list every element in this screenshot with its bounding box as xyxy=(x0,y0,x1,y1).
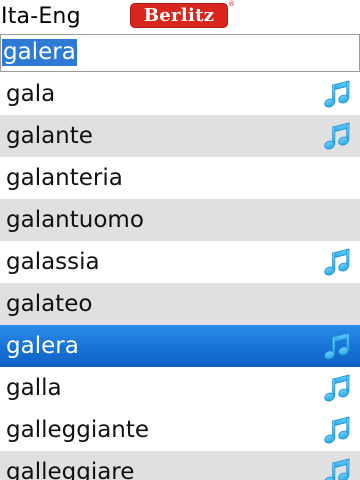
music-note-icon[interactable] xyxy=(322,373,352,403)
word-list-item-selected[interactable]: galera xyxy=(0,325,360,367)
search-query-text[interactable]: galera xyxy=(2,39,77,66)
registered-mark: ® xyxy=(228,0,235,8)
word-label: galassia xyxy=(6,249,100,275)
word-label: galateo xyxy=(6,291,93,317)
word-list-item[interactable]: galassia xyxy=(0,241,360,283)
word-label: galera xyxy=(6,333,79,359)
music-note-icon[interactable] xyxy=(322,247,352,277)
word-list-item[interactable]: galleggiare xyxy=(0,451,360,480)
word-label: gala xyxy=(6,81,56,107)
word-list-item[interactable]: galantuomo xyxy=(0,199,360,241)
word-list-item[interactable]: gala xyxy=(0,73,360,115)
berlitz-logo: Berlitz ® xyxy=(130,0,235,28)
music-note-icon[interactable] xyxy=(322,79,352,109)
header-bar: Ita-Eng Berlitz ® xyxy=(0,0,360,34)
word-label: galla xyxy=(6,375,62,401)
word-list-item[interactable]: galateo xyxy=(0,283,360,325)
music-note-icon[interactable] xyxy=(322,457,352,480)
music-note-icon[interactable] xyxy=(322,415,352,445)
word-list-item[interactable]: galleggiante xyxy=(0,409,360,451)
word-label: galantuomo xyxy=(6,207,144,233)
word-label: galante xyxy=(6,123,93,149)
word-list-item[interactable]: galanteria xyxy=(0,157,360,199)
music-note-icon[interactable] xyxy=(322,121,352,151)
dictionary-direction-title[interactable]: Ita-Eng xyxy=(1,4,81,30)
word-list-item[interactable]: galla xyxy=(0,367,360,409)
word-label: galleggiare xyxy=(6,459,135,480)
music-note-icon[interactable] xyxy=(322,331,352,361)
word-list: gala galante galanteria galantuomo galas… xyxy=(0,73,360,480)
search-input[interactable]: galera xyxy=(0,34,360,72)
word-label: galleggiante xyxy=(6,417,150,443)
word-list-item[interactable]: galante xyxy=(0,115,360,157)
berlitz-logo-wordmark: Berlitz xyxy=(143,5,215,26)
word-label: galanteria xyxy=(6,165,123,191)
